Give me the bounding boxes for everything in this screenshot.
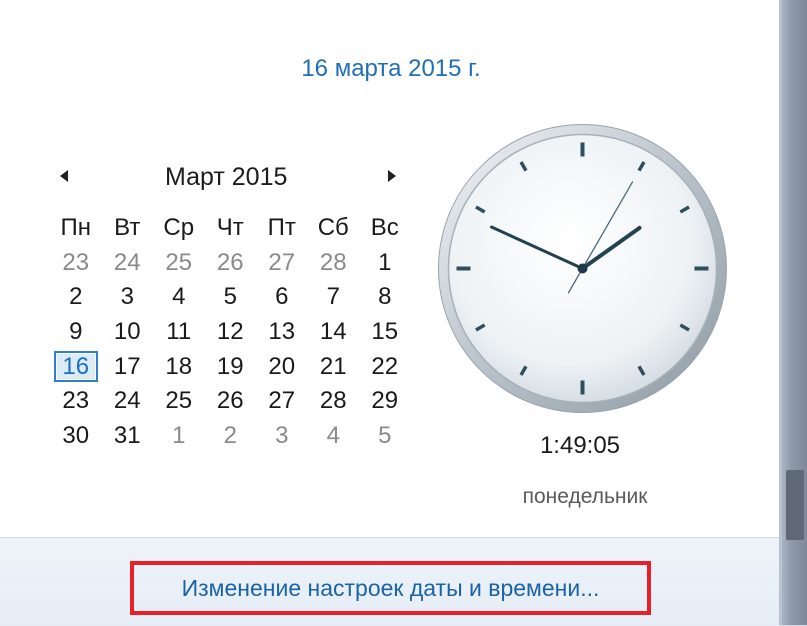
analog-clock bbox=[438, 124, 727, 413]
calendar-day[interactable]: 24 bbox=[102, 384, 154, 419]
calendar-day[interactable]: 25 bbox=[153, 384, 205, 419]
weekday-header: Сб bbox=[317, 214, 349, 242]
month-navigation: Март 2015 bbox=[52, 160, 412, 194]
calendar-day[interactable]: 14 bbox=[308, 315, 360, 350]
calendar-day[interactable]: 28 bbox=[308, 246, 360, 281]
weekday-header: Вс bbox=[370, 214, 399, 242]
calendar-day[interactable]: 24 bbox=[102, 246, 154, 281]
calendar-day[interactable]: 22 bbox=[359, 349, 411, 384]
calendar-day[interactable]: 20 bbox=[256, 349, 308, 384]
weekday-header: Чт bbox=[216, 214, 244, 242]
digital-time: 1:49:05 bbox=[539, 432, 621, 459]
month-title[interactable]: Март 2015 bbox=[147, 160, 347, 194]
calendar-day[interactable]: 3 bbox=[256, 419, 308, 454]
calendar-day[interactable]: 23 bbox=[50, 384, 102, 419]
calendar-day[interactable]: 8 bbox=[359, 280, 411, 315]
calendar-day[interactable]: 2 bbox=[50, 280, 102, 315]
calendar-day[interactable]: 18 bbox=[153, 349, 205, 384]
calendar-day[interactable]: 10 bbox=[102, 315, 154, 350]
calendar-day[interactable]: 1 bbox=[359, 246, 411, 281]
calendar-day[interactable]: 5 bbox=[359, 419, 411, 454]
long-date-link[interactable]: 16 марта 2015 г. bbox=[0, 55, 782, 83]
calendar-day[interactable]: 11 bbox=[153, 315, 205, 350]
calendar-day[interactable]: 12 bbox=[205, 315, 257, 350]
calendar-day[interactable]: 13 bbox=[256, 315, 308, 350]
weekday-header: Пн bbox=[60, 214, 91, 242]
calendar-day[interactable]: 28 bbox=[308, 384, 360, 419]
calendar-day[interactable]: 3 bbox=[102, 280, 154, 315]
next-month-button[interactable] bbox=[382, 164, 402, 188]
calendar-day-today[interactable]: 16 bbox=[54, 351, 98, 382]
calendar-day[interactable]: 1 bbox=[153, 419, 205, 454]
calendar-day[interactable]: 26 bbox=[205, 246, 257, 281]
calendar-day[interactable]: 17 bbox=[102, 349, 154, 384]
calendar-day[interactable]: 29 bbox=[359, 384, 411, 419]
calendar-day[interactable]: 27 bbox=[256, 246, 308, 281]
calendar-day[interactable]: 19 bbox=[205, 349, 257, 384]
flyout-footer: Изменение настроек даты и времени... bbox=[0, 537, 779, 626]
calendar-day[interactable]: 7 bbox=[308, 280, 360, 315]
triangle-left-icon bbox=[60, 170, 68, 182]
weekday-label: понедельник bbox=[522, 485, 648, 508]
triangle-right-icon bbox=[388, 170, 396, 182]
clock-center bbox=[577, 263, 588, 274]
background-window-edge bbox=[782, 0, 807, 625]
calendar-day[interactable]: 21 bbox=[308, 349, 360, 384]
change-datetime-settings-link[interactable]: Изменение настроек даты и времени... bbox=[130, 561, 651, 615]
calendar-day[interactable]: 25 bbox=[153, 246, 205, 281]
edge-handle bbox=[786, 470, 804, 540]
calendar-day[interactable]: 27 bbox=[256, 384, 308, 419]
calendar-day[interactable]: 5 bbox=[205, 280, 257, 315]
calendar-day[interactable]: 4 bbox=[153, 280, 205, 315]
calendar-grid: Пн Вт Ср Чт Пт Сб Вс 23 24 25 26 27 28 1 2 3 4 5 6 7 8 9 10 11 1… bbox=[50, 211, 411, 453]
calendar-day[interactable]: 6 bbox=[256, 280, 308, 315]
prev-month-button[interactable] bbox=[54, 164, 74, 188]
calendar-day[interactable]: 23 bbox=[50, 246, 102, 281]
calendar-day[interactable]: 2 bbox=[205, 419, 257, 454]
calendar-day[interactable]: 9 bbox=[50, 315, 102, 350]
weekday-header: Пт bbox=[267, 214, 296, 242]
date-time-flyout: 16 марта 2015 г. Март 2015 Пн Вт Ср Чт Пт Сб В… bbox=[0, 0, 782, 626]
calendar-day[interactable]: 4 bbox=[308, 419, 360, 454]
weekday-header: Вт bbox=[114, 214, 141, 242]
weekday-header: Ср bbox=[163, 214, 195, 242]
calendar-day[interactable]: 30 bbox=[50, 419, 102, 454]
calendar-day[interactable]: 31 bbox=[102, 419, 154, 454]
calendar-day[interactable]: 15 bbox=[359, 315, 411, 350]
calendar-day[interactable]: 26 bbox=[205, 384, 257, 419]
